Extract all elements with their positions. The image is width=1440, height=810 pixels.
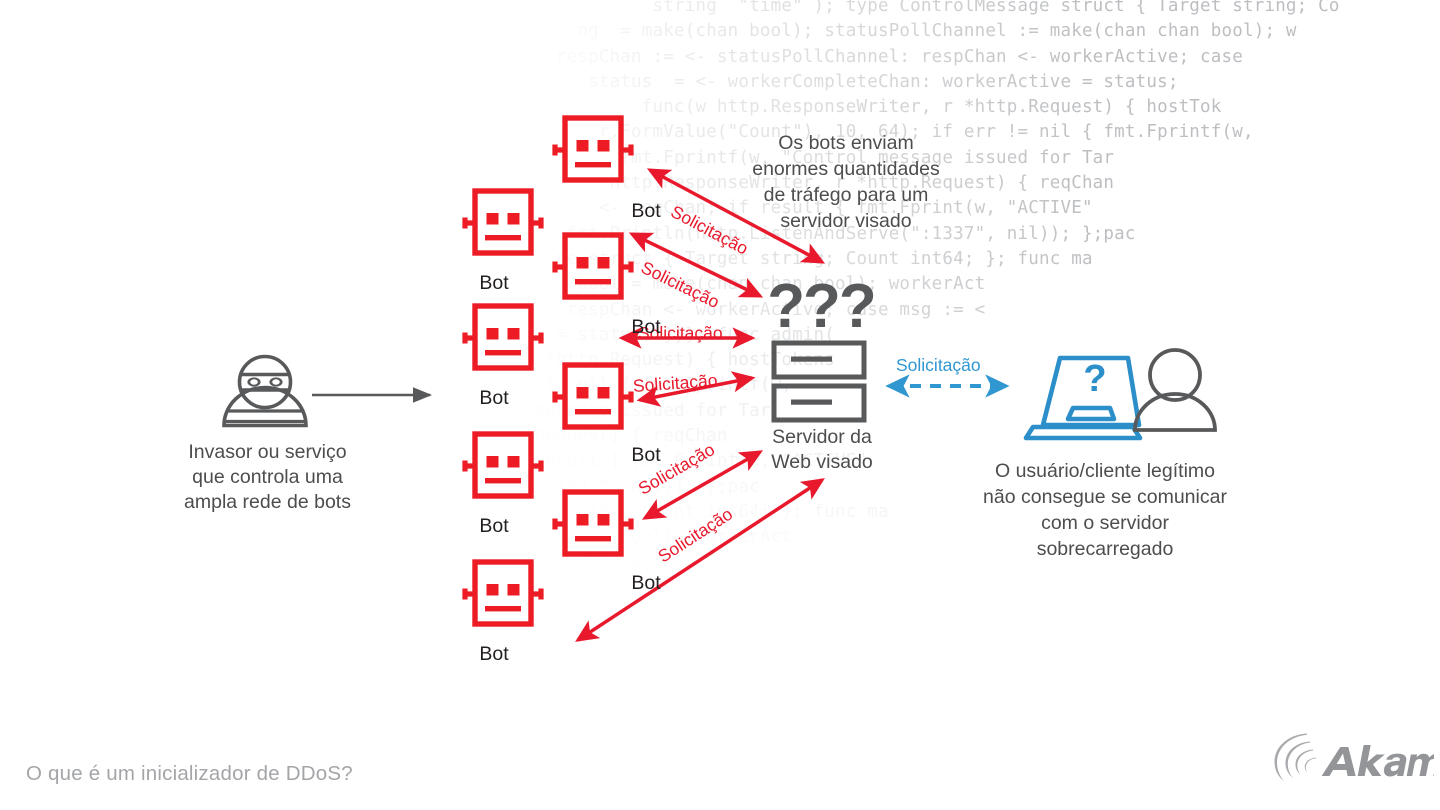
burglar-icon	[222, 354, 308, 428]
server-label: Servidor da Web visado	[771, 426, 873, 473]
bots-traffic-note: Os bots enviam enormes quantidades de tr…	[752, 132, 940, 232]
bot-label-bot1: Bot	[631, 200, 661, 222]
bot-icon-5	[553, 365, 634, 427]
bot-label-bot5: Bot	[631, 444, 661, 466]
client-request-label: Solicitação	[896, 355, 981, 375]
bot-label-bot7: Bot	[631, 572, 661, 594]
client-note: O usuário/cliente legítimo não consegue …	[983, 460, 1227, 560]
akamai-logo	[1268, 728, 1440, 790]
bot-label-bot2: Bot	[479, 272, 509, 294]
bot-icon-3	[553, 235, 634, 297]
server-icon	[771, 340, 867, 423]
bot-label-bot3: Bot	[631, 316, 661, 338]
bot-icon-7	[553, 492, 634, 554]
request-arrow-6	[575, 478, 825, 642]
request-label-6: Solicitação	[654, 503, 737, 567]
bot-icon-2	[463, 191, 544, 253]
bot-icon-6	[463, 434, 544, 496]
attacker-label: Invasor ou serviço que controla uma ampl…	[184, 441, 351, 513]
request-label-2: Solicitação	[637, 257, 723, 313]
page-caption: O que é um inicializador de DDoS?	[26, 762, 353, 785]
server-overload-marks: ???	[767, 272, 877, 341]
laptop-question-mark: ?	[1083, 358, 1107, 400]
diagram-canvas: string "time" ); type ControlMessage str…	[0, 0, 1440, 810]
bot-label-bot6: Bot	[479, 515, 509, 537]
request-label-4: Solicitação	[632, 370, 719, 396]
diagram-vector-layer	[222, 0, 1217, 642]
bot-icon-1	[553, 118, 634, 180]
bot-icon-4	[463, 306, 544, 368]
person-icon	[1133, 348, 1217, 432]
bot-label-bot8: Bot	[479, 643, 509, 665]
bot-label-bot4: Bot	[479, 387, 509, 409]
bot-icon-8	[463, 562, 544, 624]
